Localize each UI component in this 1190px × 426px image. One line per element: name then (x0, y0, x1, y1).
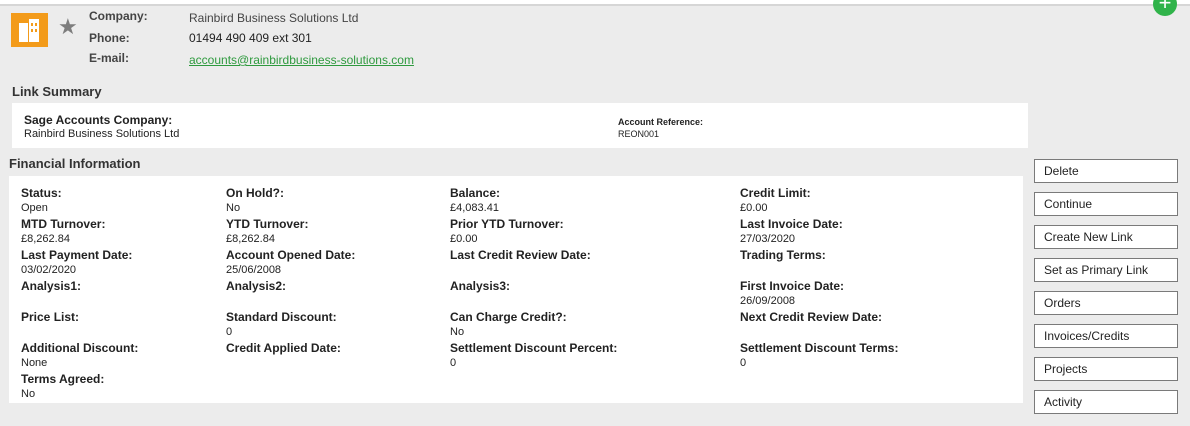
projects-button[interactable]: Projects (1034, 357, 1178, 381)
trading-terms-label: Trading Terms: (740, 248, 826, 262)
create-new-link-button[interactable]: Create New Link (1034, 225, 1178, 249)
invoices-credits-button[interactable]: Invoices/Credits (1034, 324, 1178, 348)
settlement-discount-terms-value: 0 (740, 357, 747, 369)
can-charge-credit-value: No (450, 326, 465, 338)
link-summary-title: Link Summary (12, 84, 102, 99)
credit-limit-value: £0.00 (740, 202, 768, 214)
phone-label: Phone: (89, 31, 130, 45)
analysis2-label: Analysis2: (226, 279, 287, 293)
account-opened-date-label: Account Opened Date: (226, 248, 356, 262)
first-invoice-date-value: 26/09/2008 (740, 295, 796, 307)
company-label: Company: (89, 9, 148, 23)
account-opened-date-value: 25/06/2008 (226, 264, 282, 276)
phone-value: 01494 490 409 ext 301 (189, 31, 312, 45)
next-credit-review-date-label: Next Credit Review Date: (740, 310, 883, 324)
prior-ytd-turnover-label: Prior YTD Turnover: (450, 217, 564, 231)
status-label: Status: (21, 186, 62, 200)
analysis3-label: Analysis3: (450, 279, 511, 293)
continue-button[interactable]: Continue (1034, 192, 1178, 216)
status-value: Open (21, 202, 48, 214)
settlement-discount-percent-label: Settlement Discount Percent: (450, 341, 618, 355)
settlement-discount-terms-label: Settlement Discount Terms: (740, 341, 899, 355)
standard-discount-label: Standard Discount: (226, 310, 337, 324)
last-credit-review-date-label: Last Credit Review Date: (450, 248, 591, 262)
delete-button[interactable]: Delete (1034, 159, 1178, 183)
financial-info-title: Financial Information (9, 156, 141, 171)
additional-discount-value: None (21, 357, 48, 369)
additional-discount-label: Additional Discount: (21, 341, 139, 355)
credit-applied-date-label: Credit Applied Date: (226, 341, 341, 355)
orders-button[interactable]: Orders (1034, 291, 1178, 315)
balance-value: £4,083.41 (450, 202, 499, 214)
on-hold-label: On Hold?: (226, 186, 284, 200)
sage-company-label: Sage Accounts Company: (24, 113, 173, 127)
terms-agreed-value: No (21, 388, 36, 400)
email-label: E-mail: (89, 51, 130, 65)
last-invoice-date-value: 27/03/2020 (740, 233, 796, 245)
favourite-star-icon[interactable]: ★ (58, 16, 78, 38)
link-summary-panel: Sage Accounts Company: Rainbird Business… (12, 103, 1028, 148)
analysis1-label: Analysis1: (21, 279, 82, 293)
plus-icon[interactable]: + (1153, 0, 1177, 16)
last-payment-date-value: 03/02/2020 (21, 264, 77, 276)
ytd-turnover-label: YTD Turnover: (226, 217, 309, 231)
mtd-turnover-value: £8,262.84 (21, 233, 70, 245)
email-link[interactable]: accounts@rainbirdbusiness-solutions.com (189, 53, 414, 67)
company-building-icon (11, 13, 48, 47)
prior-ytd-turnover-value: £0.00 (450, 233, 478, 245)
account-reference-label: Account Reference: (618, 117, 704, 127)
can-charge-credit-label: Can Charge Credit?: (450, 310, 567, 324)
financial-info-panel: Status: Open On Hold?: No Balance: £4,08… (9, 176, 1023, 403)
price-list-label: Price List: (21, 310, 80, 324)
account-reference-value: REON001 (618, 129, 660, 139)
ytd-turnover-value: £8,262.84 (226, 233, 275, 245)
top-divider (0, 4, 1190, 6)
settlement-discount-percent-value: 0 (450, 357, 457, 369)
activity-button[interactable]: Activity (1034, 390, 1178, 414)
terms-agreed-label: Terms Agreed: (21, 372, 105, 386)
balance-label: Balance: (450, 186, 501, 200)
set-primary-link-button[interactable]: Set as Primary Link (1034, 258, 1178, 282)
mtd-turnover-label: MTD Turnover: (21, 217, 106, 231)
first-invoice-date-label: First Invoice Date: (740, 279, 845, 293)
last-payment-date-label: Last Payment Date: (21, 248, 133, 262)
company-value: Rainbird Business Solutions Ltd (189, 11, 359, 25)
on-hold-value: No (226, 202, 241, 214)
standard-discount-value: 0 (226, 326, 233, 338)
credit-limit-label: Credit Limit: (740, 186, 811, 200)
last-invoice-date-label: Last Invoice Date: (740, 217, 843, 231)
sage-company-value: Rainbird Business Solutions Ltd (24, 128, 180, 140)
